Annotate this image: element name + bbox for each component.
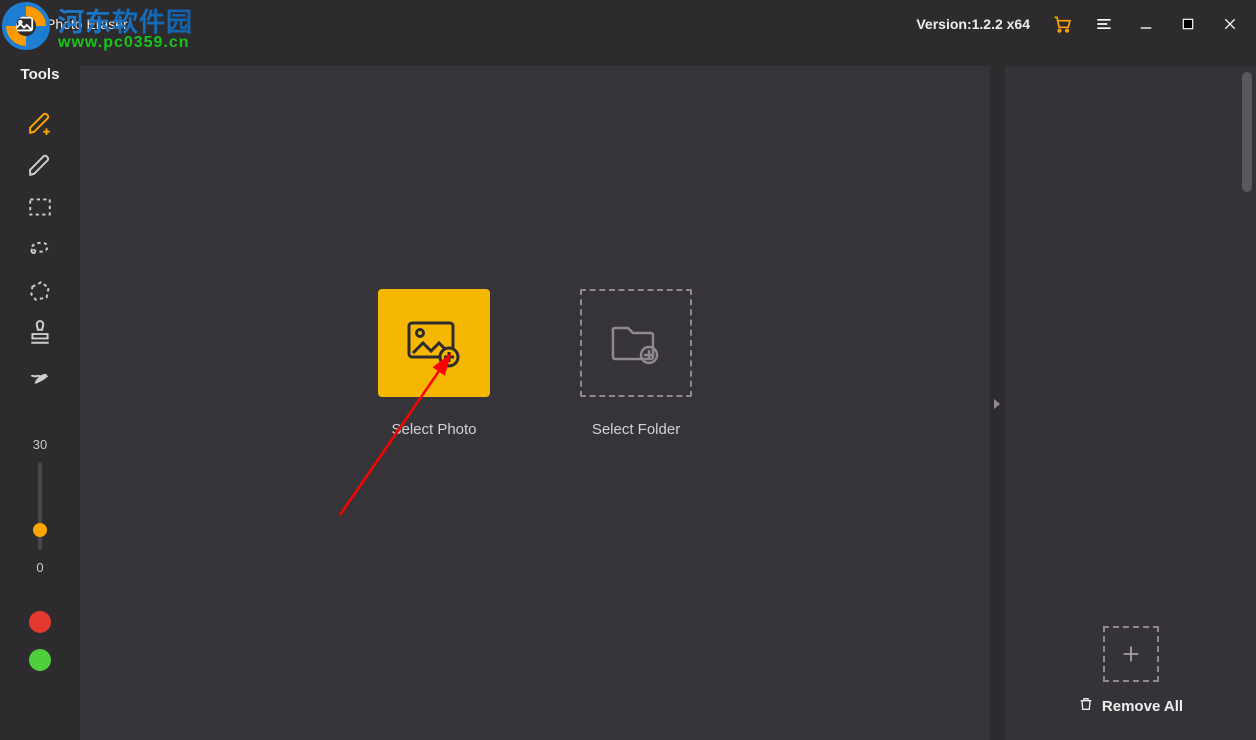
close-icon[interactable]: [1220, 14, 1240, 34]
tools-title: Tools: [21, 66, 60, 83]
remove-all-button[interactable]: Remove All: [1078, 696, 1183, 716]
image-list: [1005, 66, 1256, 612]
app-title: Photo Eraser: [46, 16, 128, 32]
minimize-icon[interactable]: [1136, 14, 1156, 34]
lasso-tool[interactable]: [20, 229, 60, 269]
tools-panel: Tools: [0, 66, 80, 740]
version-label: Version:1.2.2 x64: [916, 16, 1030, 32]
eraser-tool[interactable]: [20, 355, 60, 395]
select-photo-label: Select Photo: [391, 421, 476, 438]
pen-tool[interactable]: [20, 145, 60, 185]
canvas-area: Select Photo Select Folder: [80, 66, 990, 740]
color-swatch-red[interactable]: [29, 611, 51, 633]
color-swatch-green[interactable]: [29, 649, 51, 671]
menu-icon[interactable]: [1094, 14, 1114, 34]
select-folder-label: Select Folder: [592, 421, 680, 438]
scrollbar-thumb[interactable]: [1242, 72, 1252, 192]
stamp-tool[interactable]: [20, 313, 60, 353]
trash-icon: [1078, 696, 1094, 716]
pen-plus-tool[interactable]: [20, 103, 60, 143]
titlebar: Photo Eraser Version:1.2.2 x64: [0, 0, 1256, 48]
maximize-icon[interactable]: [1178, 14, 1198, 34]
right-panel: Remove All: [1004, 66, 1256, 740]
polygon-lasso-tool[interactable]: [20, 271, 60, 311]
cart-icon[interactable]: [1052, 14, 1072, 34]
add-image-button[interactable]: [1103, 626, 1159, 682]
panel-collapse-handle[interactable]: [989, 386, 1005, 422]
remove-all-label: Remove All: [1102, 698, 1183, 715]
brush-size-slider[interactable]: 30 0: [33, 437, 47, 575]
select-folder-button[interactable]: [580, 289, 692, 397]
slider-thumb[interactable]: [33, 523, 47, 537]
slider-min-label: 0: [36, 560, 43, 575]
select-photo-button[interactable]: [378, 289, 490, 397]
slider-max-label: 30: [33, 437, 47, 452]
slider-track[interactable]: [38, 462, 42, 550]
app-icon: [12, 12, 36, 36]
rectangle-select-tool[interactable]: [20, 187, 60, 227]
